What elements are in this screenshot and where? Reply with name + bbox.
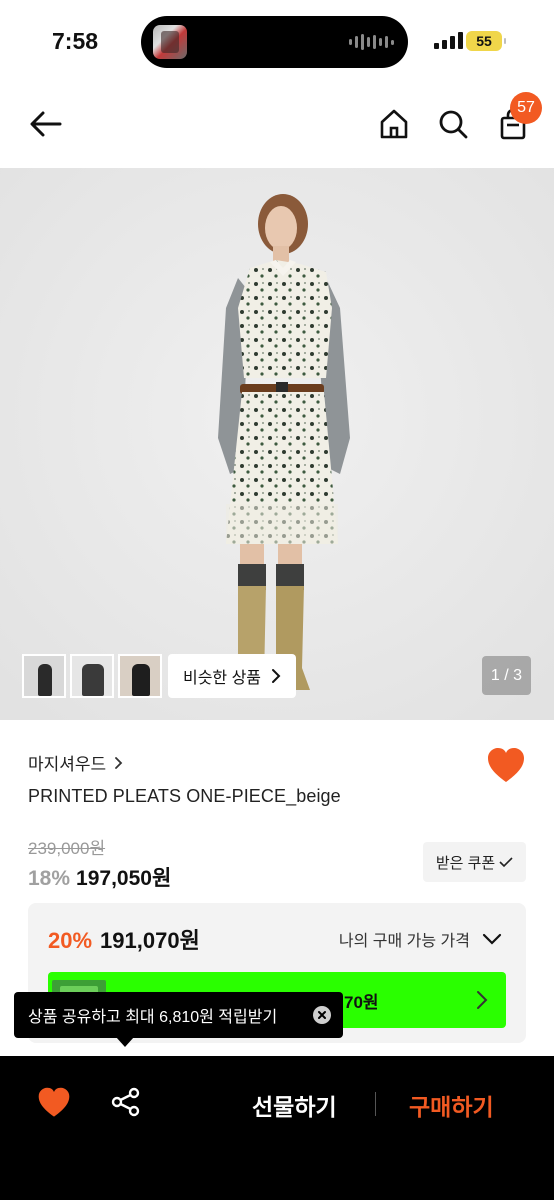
my-price: 191,070원 <box>100 928 200 953</box>
cellular-signal-icon <box>434 32 463 49</box>
share-icon[interactable] <box>110 1086 142 1118</box>
thumbnail-1[interactable] <box>22 654 66 698</box>
page-indicator: 1 / 3 <box>482 656 531 695</box>
search-icon <box>439 110 468 139</box>
original-price: 239,000원 <box>28 839 106 858</box>
discount-rate: 18% <box>28 867 71 890</box>
chevron-right-icon <box>115 756 123 769</box>
buy-button[interactable]: 구매하기 <box>409 1088 494 1122</box>
brand-link[interactable]: 마지셔우드 <box>28 750 123 775</box>
share-reward-tooltip: 상품 공유하고 최대 6,810원 적립받기 <box>14 992 343 1038</box>
product-name: PRINTED PLEATS ONE-PIECE_beige <box>28 786 341 806</box>
dynamic-island[interactable] <box>141 16 408 68</box>
home-icon <box>380 109 408 139</box>
chevron-down-icon <box>482 933 502 945</box>
tooltip-arrow <box>116 1037 134 1047</box>
back-arrow-icon <box>30 111 62 137</box>
status-time: 7:58 <box>52 28 99 54</box>
my-price-row: 20% 191,070원 <box>48 923 200 955</box>
coupon-label: 받은 쿠폰 <box>435 854 496 872</box>
promo-banner-text: 70원 <box>344 993 379 1012</box>
home-button[interactable] <box>374 104 414 144</box>
tooltip-close-button[interactable] <box>313 1006 331 1024</box>
thumbnail-strip <box>22 654 162 698</box>
search-button[interactable] <box>433 104 473 144</box>
top-navigation <box>0 90 554 162</box>
similar-products-button[interactable]: 비슷한 상품 <box>168 654 296 698</box>
chevron-right-icon <box>272 669 281 683</box>
cart-count-badge: 57 <box>510 92 542 124</box>
sale-price-row: 18% 197,050원 <box>28 862 171 892</box>
my-price-label: 나의 구매 가능 가격 <box>338 933 470 950</box>
my-price-toggle[interactable]: 나의 구매 가능 가격 <box>339 927 502 951</box>
similar-products-label: 비슷한 상품 <box>182 670 262 687</box>
bottom-action-bar: 선물하기 구매하기 <box>0 1056 554 1200</box>
like-heart-icon[interactable] <box>486 746 526 786</box>
brand-name: 마지셔우드 <box>28 755 107 774</box>
check-icon <box>499 857 513 868</box>
audio-waveform-icon <box>349 34 394 50</box>
my-discount-rate: 20% <box>48 928 93 953</box>
close-icon <box>318 1011 326 1019</box>
status-bar: 7:58 55 <box>0 0 554 84</box>
gift-button[interactable]: 선물하기 <box>252 1088 337 1122</box>
chevron-right-icon <box>477 991 488 1009</box>
battery-indicator: 55 <box>466 31 506 51</box>
thumbnail-2[interactable] <box>70 654 114 698</box>
thumbnail-3[interactable] <box>118 654 162 698</box>
product-photo <box>0 168 554 720</box>
received-coupon-button[interactable]: 받은 쿠폰 <box>423 842 526 882</box>
sale-price: 197,050원 <box>76 867 172 890</box>
back-button[interactable] <box>26 104 66 144</box>
now-playing-artwork <box>153 25 187 59</box>
wishlist-heart-icon[interactable] <box>37 1086 71 1120</box>
tooltip-text: 상품 공유하고 최대 6,810원 적립받기 <box>28 1009 278 1026</box>
bottom-bar-divider <box>375 1092 376 1116</box>
product-image-gallery[interactable]: 비슷한 상품 1 / 3 <box>0 168 554 720</box>
